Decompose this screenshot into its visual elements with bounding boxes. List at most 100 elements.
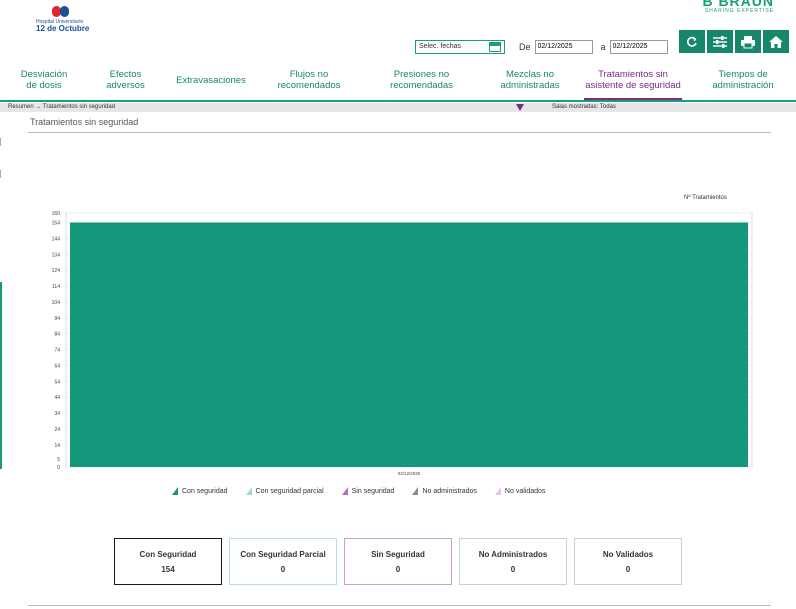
main-tabs: Desviación de dosis Efectos adversos Extra… <box>0 64 796 102</box>
tab-label: recomendadas <box>390 80 453 91</box>
tab-flujos-no-recomendados[interactable]: Flujos no recomendados <box>259 64 359 100</box>
legend-swatch-icon <box>245 487 252 495</box>
tab-tratamientos-sin-asistente[interactable]: Tratamientos sin asistente de seguridad <box>576 64 690 100</box>
dashboard-page: Hospital Universitario 12 de Octubre B B… <box>0 0 796 609</box>
card-con-seguridad-parcial[interactable]: Con Seguridad Parcial 0 <box>229 538 337 585</box>
legend-item[interactable]: Sin seguridad <box>341 487 395 495</box>
refresh-icon <box>687 36 697 47</box>
tab-desviacion-dosis[interactable]: Desviación de dosis <box>0 64 88 100</box>
legend-item[interactable]: Con seguridad parcial <box>245 487 324 495</box>
from-label: De <box>519 41 531 52</box>
hospital-name: 12 de Octubre <box>36 24 90 33</box>
brand-name: B BRAUN <box>702 0 774 9</box>
tab-label: administradas <box>500 80 560 91</box>
date-range-selector[interactable]: Selec. fechas <box>415 39 505 54</box>
y-tick-label: 5 <box>57 457 60 463</box>
legend-item[interactable]: No administrados <box>412 487 477 495</box>
hospital-logo: Hospital Universitario 12 de Octubre <box>36 6 108 36</box>
to-label: a <box>600 41 606 52</box>
card-title: Con Seguridad Parcial <box>240 549 326 559</box>
card-title: No Administrados <box>478 549 548 559</box>
y-tick-label: 24 <box>54 427 60 433</box>
card-no-administrados[interactable]: No Administrados 0 <box>459 538 567 585</box>
y-tick-label: 144 <box>52 236 61 242</box>
card-title: Sin Seguridad <box>371 549 425 559</box>
y-tick-label: 44 <box>54 395 60 401</box>
to-date-field[interactable] <box>609 39 668 54</box>
tab-label: adversos <box>106 80 145 91</box>
chart-legend: Con seguridad Con seguridad parcial Sin se… <box>172 487 545 495</box>
bottom-divider <box>28 605 771 606</box>
toolbar <box>679 30 789 53</box>
y-tick-label: 64 <box>54 363 60 369</box>
section-title: Tratamientos sin seguridad <box>30 117 139 127</box>
left-edge-bar <box>0 282 2 469</box>
treatments-chart: 0 5 14 24 34 44 54 64 74 84 94 104 114 124 134 144 154 16… <box>52 211 753 476</box>
y-tick-label: 0 <box>57 465 60 471</box>
tab-label: Tiempos de <box>718 69 768 80</box>
card-value: 0 <box>280 564 286 574</box>
bar-con-seguridad <box>70 222 748 467</box>
card-con-seguridad[interactable]: Con Seguridad 154 <box>114 538 222 585</box>
calendar-icon[interactable] <box>489 41 501 52</box>
tab-label: de dosis <box>26 80 62 91</box>
card-title: Con Seguridad <box>139 549 197 559</box>
card-sin-seguridad[interactable]: Sin Seguridad 0 <box>344 538 452 585</box>
tab-label: Desviación <box>20 69 68 80</box>
legend-label: No validados <box>504 487 546 495</box>
date-selector-label: Selec. fechas <box>419 43 462 50</box>
tab-label: Mezclas no <box>505 69 555 80</box>
tab-mezclas-no-administradas[interactable]: Mezclas no administradas <box>484 64 576 100</box>
y-tick-label: 104 <box>52 300 61 306</box>
y-tick-label: 54 <box>54 379 60 385</box>
card-value: 154 <box>161 564 175 574</box>
home-button[interactable] <box>763 30 789 53</box>
tab-label: asistente de seguridad <box>585 80 681 91</box>
filter-icon[interactable] <box>516 104 524 111</box>
tab-presiones-no-recomendadas[interactable]: Presiones no recomendadas <box>359 64 484 100</box>
legend-label: Con seguridad <box>182 487 228 495</box>
print-button[interactable] <box>735 30 761 53</box>
legend-swatch-icon <box>494 487 501 495</box>
tab-extravasaciones[interactable]: Extravasaciones <box>163 64 259 100</box>
from-date-field[interactable] <box>534 39 593 54</box>
tab-label: Presiones no <box>393 69 450 80</box>
settings-button[interactable] <box>707 30 733 53</box>
y-tick-label: 14 <box>54 443 60 449</box>
sliders-icon <box>713 35 727 48</box>
tab-label: recomendados <box>277 80 341 91</box>
legend-label: No administrados <box>422 487 477 495</box>
brand-tagline: SHARING EXPERTISE <box>704 8 774 14</box>
legend-swatch-icon <box>172 487 178 495</box>
tab-label: Efectos <box>109 69 142 80</box>
legend-label: Sin seguridad <box>351 487 395 495</box>
section-divider <box>28 132 771 133</box>
y-tick-label: 160 <box>52 211 61 217</box>
legend-label: Con seguridad parcial <box>255 487 324 495</box>
card-title: No Validados <box>602 549 654 559</box>
y-tick-label: 124 <box>52 268 61 274</box>
refresh-button[interactable] <box>679 30 705 53</box>
tab-label: Extravasaciones <box>176 74 246 86</box>
card-value: 0 <box>395 564 401 574</box>
y-tick-label: 74 <box>54 348 60 354</box>
x-tick-label: 02/12/2025 <box>398 471 421 476</box>
card-value: 0 <box>625 564 631 574</box>
tab-label: administración <box>712 80 774 91</box>
y-tick-label: 114 <box>52 284 60 290</box>
legend-item[interactable]: Con seguridad <box>172 487 228 495</box>
y-tick-label: 94 <box>54 316 60 322</box>
tab-tiempos-administracion[interactable]: Tiempos de administración <box>690 64 796 100</box>
home-icon <box>769 35 783 48</box>
breadcrumb: Resumen → Tratamientos sin seguridad Sal… <box>0 103 796 112</box>
tab-efectos-adversos[interactable]: Efectos adversos <box>88 64 163 100</box>
date-filter: Selec. fechas De a <box>415 39 668 54</box>
y-tick-label: 134 <box>52 252 61 258</box>
left-edge-marker <box>0 170 1 178</box>
legend-item[interactable]: No validados <box>494 487 546 495</box>
card-no-validados[interactable]: No Validados 0 <box>574 538 682 585</box>
brand-logo: B BRAUN SHARING EXPERTISE <box>702 0 774 14</box>
card-value: 0 <box>510 564 516 574</box>
tab-label: Flujos no <box>289 69 329 80</box>
summary-cards: Con Seguridad 154 Con Seguridad Parcial … <box>114 538 682 585</box>
